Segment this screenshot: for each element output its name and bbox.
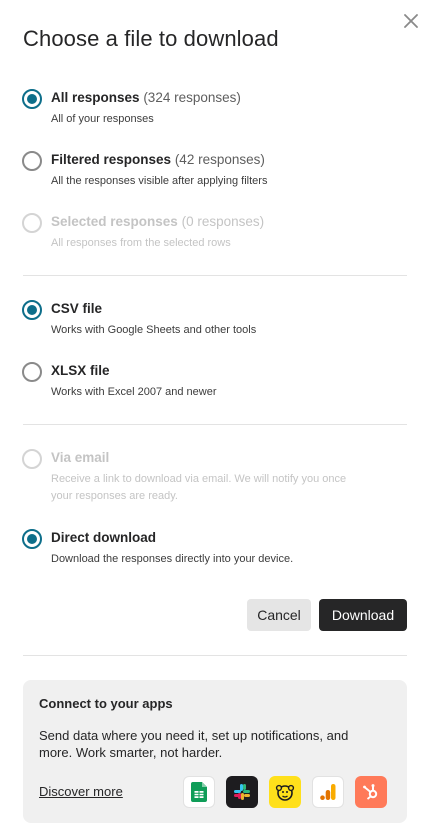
divider: [23, 655, 407, 656]
dialog-title: Choose a file to download: [23, 26, 279, 51]
option-count: (324 responses): [143, 90, 241, 105]
option-filtered-responses[interactable]: Filtered responses (42 responses) All th…: [22, 151, 392, 191]
mailchimp-icon[interactable]: [269, 776, 301, 808]
option-title: Direct download: [51, 530, 157, 545]
app-icons: [183, 776, 387, 808]
radio-direct-download[interactable]: [22, 529, 42, 549]
option-title: Filtered responses: [51, 152, 172, 167]
card-text: Send data where you need it, set up noti…: [39, 728, 349, 760]
slack-icon[interactable]: [226, 776, 258, 808]
radio-selected-responses: [22, 213, 42, 233]
option-direct-download[interactable]: Direct download Download the responses d…: [22, 529, 392, 569]
option-title: XLSX file: [51, 363, 110, 378]
option-description: Works with Excel 2007 and newer: [51, 386, 217, 398]
radio-via-email: [22, 449, 42, 469]
option-via-email: Via email Receive a link to download via…: [22, 449, 392, 505]
google-analytics-icon[interactable]: [312, 776, 344, 808]
close-button[interactable]: [400, 10, 422, 32]
option-title: CSV file: [51, 301, 103, 316]
radio-filtered-responses[interactable]: [22, 151, 42, 171]
option-title: Via email: [51, 450, 110, 465]
cancel-button[interactable]: Cancel: [247, 599, 311, 631]
connect-apps-card: Connect to your apps Send data where you…: [23, 680, 407, 823]
option-description: All the responses visible after applying…: [51, 175, 268, 187]
option-title: Selected responses: [51, 214, 178, 229]
divider: [23, 424, 407, 425]
radio-xlsx-file[interactable]: [22, 362, 42, 382]
option-selected-responses: Selected responses (0 responses) All res…: [22, 213, 392, 253]
radio-all-responses[interactable]: [22, 89, 42, 109]
discover-more-link[interactable]: Discover more: [39, 784, 123, 799]
option-xlsx-file[interactable]: XLSX file Works with Excel 2007 and newe…: [22, 362, 392, 402]
card-title: Connect to your apps: [39, 696, 173, 711]
option-all-responses[interactable]: All responses (324 responses) All of you…: [22, 89, 392, 129]
google-sheets-icon[interactable]: [183, 776, 215, 808]
option-count: (0 responses): [181, 214, 265, 229]
close-icon: [404, 14, 418, 28]
option-description: Download the responses directly into you…: [51, 553, 294, 565]
option-description: All responses from the selected rows: [51, 237, 231, 249]
option-csv-file[interactable]: CSV file Works with Google Sheets and ot…: [22, 300, 392, 340]
download-button[interactable]: Download: [319, 599, 407, 631]
option-title: All responses: [51, 90, 140, 105]
option-description: Works with Google Sheets and other tools: [51, 324, 257, 336]
divider: [23, 275, 407, 276]
option-description: Receive a link to download via email. We…: [51, 473, 347, 502]
hubspot-icon[interactable]: [355, 776, 387, 808]
option-description: All of your responses: [51, 113, 154, 125]
radio-csv-file[interactable]: [22, 300, 42, 320]
option-count: (42 responses): [174, 152, 265, 167]
